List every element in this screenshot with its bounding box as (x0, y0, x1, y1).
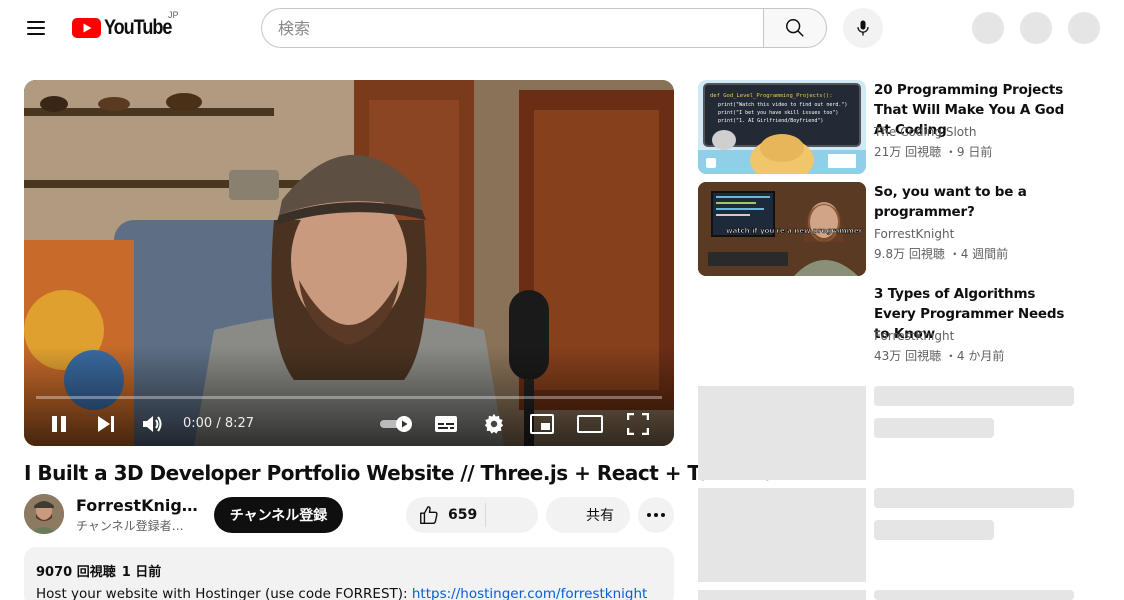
header-button-placeholder[interactable] (1020, 12, 1052, 44)
guide-menu-button[interactable] (20, 12, 52, 44)
skeleton-meta-line (874, 520, 994, 540)
video-title: I Built a 3D Developer Portfolio Website… (24, 461, 776, 485)
header-button-placeholder[interactable] (972, 12, 1004, 44)
logo-wordmark: YouTube (104, 16, 172, 39)
skeleton-title-line (874, 386, 1074, 406)
gear-icon (484, 413, 504, 434)
subscribe-button[interactable]: チャンネル登録 (214, 497, 343, 533)
recommendation-title: So, you want to be a programmer? (874, 184, 1027, 220)
settings-button[interactable] (478, 408, 510, 440)
subscriber-count: チャンネル登録者… (76, 519, 184, 533)
progress-bar[interactable] (36, 396, 662, 399)
next-button[interactable] (90, 408, 122, 440)
microphone-icon (857, 20, 869, 36)
skeleton-thumbnail (698, 488, 866, 582)
like-button[interactable]: 659 (406, 497, 486, 533)
search-input[interactable] (278, 18, 764, 38)
skeleton-thumbnail (698, 386, 866, 480)
voice-search-button[interactable] (843, 8, 883, 48)
skeleton-meta-line (874, 418, 994, 438)
thumbnail-image: watch if you're a new programmer (698, 182, 866, 276)
theater-mode-button[interactable] (574, 408, 606, 440)
miniplayer-button[interactable] (526, 408, 558, 440)
channel-name-link[interactable]: ForrestKnig… (76, 496, 198, 515)
subtitles-button[interactable] (430, 408, 462, 440)
description-stats: 9070 回視聴 1 日前 (36, 561, 662, 580)
autoplay-toggle[interactable] (380, 408, 414, 440)
thumb-code-line: print("I bet you have skill issues too") (718, 110, 838, 116)
description-link[interactable]: https://hostinger.com/forrestknight (412, 586, 647, 600)
skeleton-title-line (874, 590, 1074, 600)
more-actions-button[interactable] (638, 497, 674, 533)
recommendation-thumbnail: def God_Level_Programming_Projects(): pr… (698, 80, 866, 174)
thumbs-up-icon (420, 506, 438, 524)
description-box[interactable]: 9070 回視聴 1 日前 Host your website with Host… (24, 547, 674, 600)
recommendation-item[interactable]: watch if you're a new programmer So, you… (698, 182, 1088, 276)
skeleton-thumbnail (698, 590, 866, 600)
thumbnail-caption: watch if you're a new programmer (726, 227, 863, 235)
menu-icon-bar (27, 27, 45, 29)
upload-date: 1 日前 (121, 565, 162, 580)
more-dot (647, 513, 651, 517)
menu-icon-bar (27, 21, 45, 23)
recommendation-channel[interactable]: ForrestKnight (874, 329, 954, 343)
thumb-code-line: def God_Level_Programming_Projects(): (710, 93, 833, 99)
recommendation-thumbnail-loading (698, 284, 866, 378)
like-dislike-group: 659 (406, 497, 538, 533)
search-button[interactable] (763, 8, 827, 48)
miniplayer-icon (530, 414, 554, 434)
thumb-code-line: print("Watch this video to find out nerd… (718, 102, 847, 108)
view-count: 9070 回視聴 (36, 565, 116, 580)
recommendation-meta: 21万 回視聴 ・9 日前 (874, 145, 993, 159)
more-dot (654, 513, 658, 517)
masthead: YouTube JP (0, 0, 1124, 56)
mute-button[interactable] (137, 408, 169, 440)
pause-icon (52, 416, 66, 432)
theater-mode-icon (577, 415, 603, 433)
dislike-button[interactable] (486, 497, 538, 533)
subtitles-icon (435, 416, 457, 432)
recommendation-item[interactable]: 3 Types of Algorithms Every Programmer N… (698, 284, 1088, 378)
pause-button[interactable] (43, 408, 75, 440)
player-controls: 0:00 / 8:27 (24, 402, 674, 446)
share-button[interactable]: 共有 (546, 497, 630, 533)
recommendation-meta: 43万 回視聴 ・4 か月前 (874, 349, 1005, 363)
like-count: 659 (448, 507, 478, 523)
skeleton-title-line (874, 488, 1074, 508)
video-frame (24, 80, 674, 446)
autoplay-toggle-icon (380, 416, 412, 432)
fullscreen-button[interactable] (622, 408, 654, 440)
description-body: Host your website with Hostinger (use co… (36, 586, 412, 600)
more-dot (661, 513, 665, 517)
search-icon (786, 19, 804, 37)
fullscreen-icon (627, 413, 649, 435)
thumbnail-image: def God_Level_Programming_Projects(): pr… (698, 80, 866, 174)
channel-avatar[interactable] (24, 494, 64, 534)
avatar-placeholder[interactable] (1068, 12, 1100, 44)
volume-icon (143, 416, 162, 432)
menu-icon-bar (27, 33, 45, 35)
recommendation-channel[interactable]: The Coding Sloth (874, 125, 976, 139)
recommendation-thumbnail: watch if you're a new programmer (698, 182, 866, 276)
description-text: Host your website with Hostinger (use co… (36, 586, 662, 600)
recommendation-channel[interactable]: ForrestKnight (874, 227, 954, 241)
youtube-logo[interactable]: YouTube JP (72, 10, 182, 40)
skip-next-icon (98, 416, 114, 432)
recommendation-item[interactable]: def God_Level_Programming_Projects(): pr… (698, 80, 1088, 174)
logo-region-code: JP (168, 10, 179, 20)
search-box (261, 8, 764, 48)
thumb-code-line: print("1. AI Girlfriend/Boyfriend") (718, 118, 823, 124)
time-display: 0:00 / 8:27 (183, 416, 255, 431)
youtube-play-logo-icon (72, 18, 101, 38)
avatar-image (24, 494, 64, 534)
recommendation-meta: 9.8万 回視聴 ・4 週間前 (874, 247, 1009, 261)
video-player[interactable]: 0:00 / 8:27 (24, 80, 674, 446)
